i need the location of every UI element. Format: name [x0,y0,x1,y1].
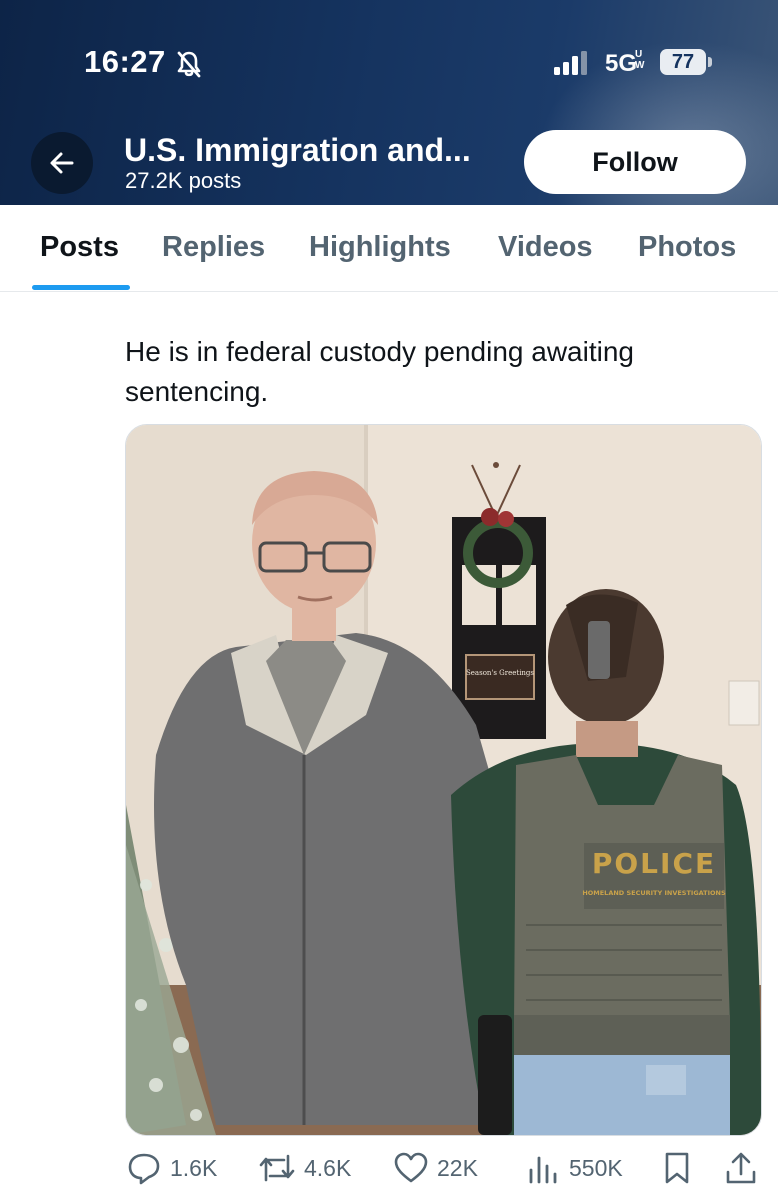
like-button[interactable]: 22K [393,1150,478,1186]
back-button[interactable] [31,132,93,194]
heart-icon [394,1152,428,1183]
tab-highlights[interactable]: Highlights [309,231,451,264]
post-photo[interactable]: Season's Greetings POLICE HOMELAND SECUR… [125,424,762,1136]
tab-photos[interactable]: Photos [638,231,736,264]
vest-agency-text: HOMELAND SECURITY INVESTIGATIONS [582,889,726,897]
tab-replies[interactable]: Replies [162,231,265,264]
follow-button[interactable]: Follow [524,130,746,194]
signal-icon [554,51,587,75]
post-action-bar: 1.6K 4.6K 22K 550K [0,1150,778,1190]
view-count: 550K [569,1154,623,1181]
network-sup: U W [635,49,645,71]
profile-name: U.S. Immigration and... [124,132,471,168]
post-count: 27.2K posts [125,168,242,193]
profile-header: 16:27 5G U W 77 U.S. Immigration and... … [0,0,778,205]
share-button[interactable] [724,1150,758,1186]
bookmark-button[interactable] [662,1150,692,1186]
repost-button[interactable]: 4.6K [258,1150,351,1186]
like-count: 22K [437,1154,478,1181]
share-icon [726,1152,756,1184]
door-sign-text: Season's Greetings [466,669,534,677]
reply-count: 1.6K [170,1154,218,1181]
repost-count: 4.6K [304,1154,352,1181]
post-text: He is in federal custody pending awaitin… [125,336,634,407]
arrow-left-icon [50,152,74,174]
views-button[interactable]: 550K [527,1150,623,1186]
active-tab-indicator [32,285,130,290]
status-time: 16:27 [84,44,166,79]
bell-muted-icon [177,51,201,78]
arrest-photo-illustration: Season's Greetings POLICE HOMELAND SECUR… [126,425,761,1135]
views-icon [529,1156,557,1184]
profile-tabs: Posts Replies Highlights Videos Photos [0,205,778,292]
reply-button[interactable]: 1.6K [126,1150,217,1186]
bookmark-icon [665,1152,689,1184]
vest-police-text: POLICE [592,847,716,880]
network-label: 5G [605,50,638,77]
repost-icon [259,1154,295,1182]
battery-level: 77 [660,49,706,75]
reply-icon [128,1153,160,1185]
tab-posts[interactable]: Posts [40,231,119,264]
battery-icon [708,57,712,67]
tab-videos[interactable]: Videos [498,231,593,264]
